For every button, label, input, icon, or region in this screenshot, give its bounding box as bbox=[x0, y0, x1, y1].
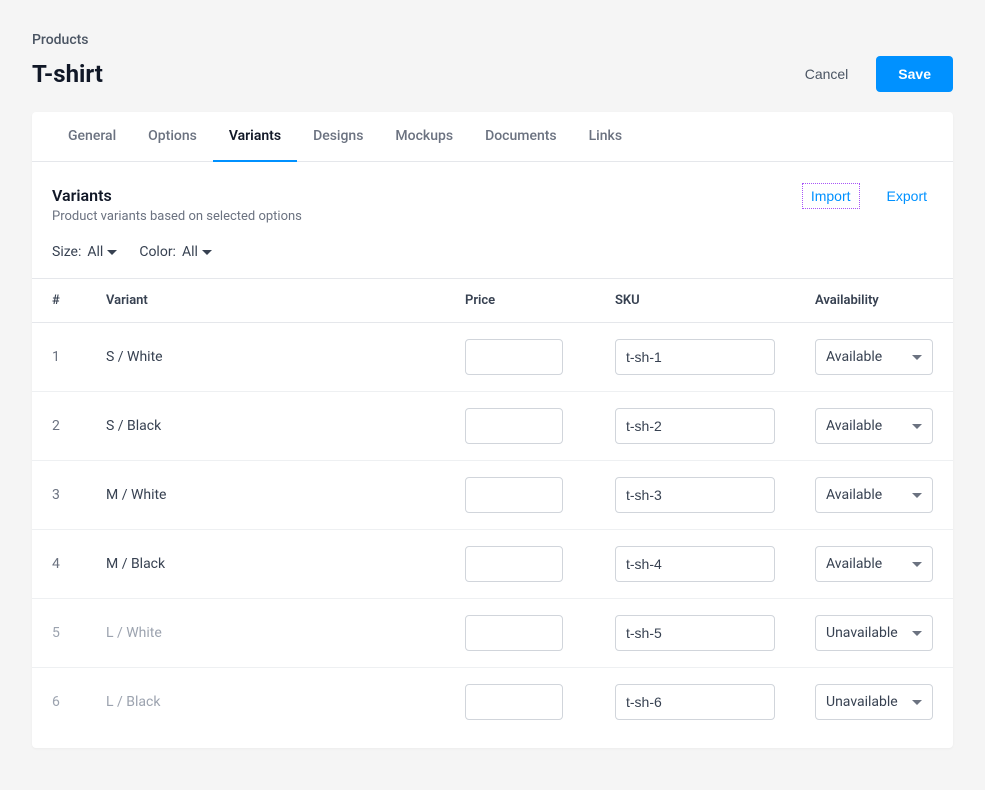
col-availability: Availability bbox=[795, 279, 953, 323]
section-subtitle: Product variants based on selected optio… bbox=[52, 209, 302, 224]
price-input[interactable] bbox=[465, 339, 563, 375]
header-actions: Cancel Save bbox=[793, 56, 953, 92]
row-index: 5 bbox=[32, 599, 86, 668]
sku-input[interactable] bbox=[615, 339, 775, 375]
chevron-down-icon bbox=[912, 424, 922, 429]
availability-select[interactable]: Available bbox=[815, 477, 933, 513]
price-input[interactable] bbox=[465, 408, 563, 444]
availability-select[interactable]: Available bbox=[815, 339, 933, 375]
row-index: 1 bbox=[32, 323, 86, 392]
tab-links[interactable]: Links bbox=[573, 112, 638, 162]
table-row: 6L / Black Unavailable bbox=[32, 668, 953, 737]
row-variant-name: S / White bbox=[86, 323, 445, 392]
chevron-down-icon bbox=[912, 631, 922, 636]
filter-color-value: All bbox=[182, 244, 198, 260]
row-index: 4 bbox=[32, 530, 86, 599]
chevron-down-icon bbox=[202, 250, 212, 255]
product-card: GeneralOptionsVariantsDesignsMockupsDocu… bbox=[32, 112, 953, 748]
chevron-down-icon bbox=[912, 562, 922, 567]
chevron-down-icon bbox=[912, 700, 922, 705]
sku-input[interactable] bbox=[615, 546, 775, 582]
row-variant-name: L / White bbox=[86, 599, 445, 668]
table-row: 5L / White Unavailable bbox=[32, 599, 953, 668]
row-index: 2 bbox=[32, 392, 86, 461]
tab-documents[interactable]: Documents bbox=[469, 112, 573, 162]
availability-value: Available bbox=[826, 487, 882, 503]
sku-input[interactable] bbox=[615, 408, 775, 444]
col-variant: Variant bbox=[86, 279, 445, 323]
availability-select[interactable]: Available bbox=[815, 408, 933, 444]
tabs: GeneralOptionsVariantsDesignsMockupsDocu… bbox=[32, 112, 953, 162]
variants-table: # Variant Price SKU Availability 1S / Wh… bbox=[32, 278, 953, 736]
tab-general[interactable]: General bbox=[52, 112, 132, 162]
availability-value: Unavailable bbox=[826, 694, 898, 710]
tab-designs[interactable]: Designs bbox=[297, 112, 379, 162]
filter-size-label: Size: bbox=[52, 244, 81, 260]
sku-input[interactable] bbox=[615, 684, 775, 720]
chevron-down-icon bbox=[107, 250, 117, 255]
availability-select[interactable]: Available bbox=[815, 546, 933, 582]
price-input[interactable] bbox=[465, 477, 563, 513]
cancel-button[interactable]: Cancel bbox=[793, 58, 861, 90]
table-row: 2S / Black Available bbox=[32, 392, 953, 461]
filter-color[interactable]: Color: All bbox=[139, 244, 212, 260]
availability-value: Available bbox=[826, 349, 882, 365]
save-button[interactable]: Save bbox=[876, 56, 953, 92]
row-index: 6 bbox=[32, 668, 86, 737]
row-variant-name: L / Black bbox=[86, 668, 445, 737]
col-num: # bbox=[32, 279, 86, 323]
availability-value: Unavailable bbox=[826, 625, 898, 641]
table-row: 3M / White Available bbox=[32, 461, 953, 530]
availability-select[interactable]: Unavailable bbox=[815, 684, 933, 720]
filter-size[interactable]: Size: All bbox=[52, 244, 117, 260]
table-row: 1S / White Available bbox=[32, 323, 953, 392]
price-input[interactable] bbox=[465, 615, 563, 651]
tab-mockups[interactable]: Mockups bbox=[379, 112, 469, 162]
table-row: 4M / Black Available bbox=[32, 530, 953, 599]
col-price: Price bbox=[445, 279, 595, 323]
export-button[interactable]: Export bbox=[881, 186, 933, 206]
price-input[interactable] bbox=[465, 546, 563, 582]
sku-input[interactable] bbox=[615, 477, 775, 513]
section-title: Variants bbox=[52, 186, 302, 205]
filter-size-value: All bbox=[87, 244, 103, 260]
col-sku: SKU bbox=[595, 279, 795, 323]
availability-value: Available bbox=[826, 556, 882, 572]
price-input[interactable] bbox=[465, 684, 563, 720]
sku-input[interactable] bbox=[615, 615, 775, 651]
row-variant-name: S / Black bbox=[86, 392, 445, 461]
page-title: T-shirt bbox=[32, 60, 103, 88]
chevron-down-icon bbox=[912, 493, 922, 498]
breadcrumb[interactable]: Products bbox=[32, 32, 953, 48]
availability-select[interactable]: Unavailable bbox=[815, 615, 933, 651]
tab-options[interactable]: Options bbox=[132, 112, 213, 162]
row-index: 3 bbox=[32, 461, 86, 530]
row-variant-name: M / Black bbox=[86, 530, 445, 599]
chevron-down-icon bbox=[912, 355, 922, 360]
availability-value: Available bbox=[826, 418, 882, 434]
tab-variants[interactable]: Variants bbox=[213, 112, 297, 162]
import-button[interactable]: Import bbox=[805, 186, 857, 206]
row-variant-name: M / White bbox=[86, 461, 445, 530]
filter-color-label: Color: bbox=[139, 244, 176, 260]
